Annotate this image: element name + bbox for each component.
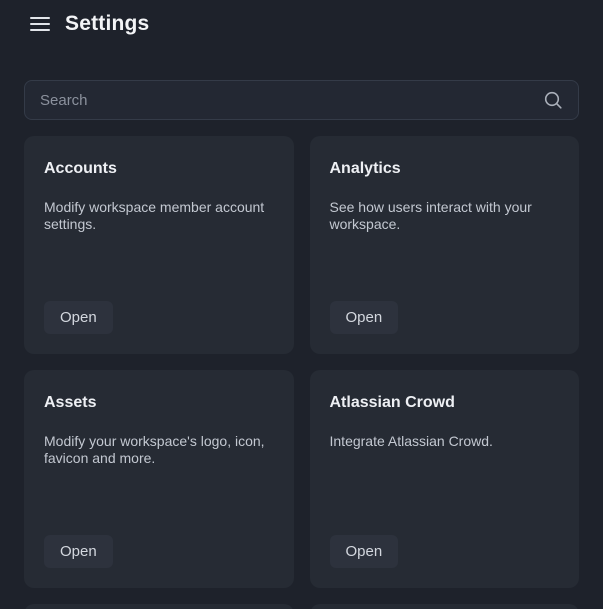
card-title: Atlassian Crowd <box>330 394 560 412</box>
settings-page: Settings Accounts Modify workspace membe… <box>0 0 603 609</box>
search-icon <box>543 90 563 110</box>
card-accounts: Accounts Modify workspace member account… <box>24 136 294 354</box>
open-button-analytics[interactable]: Open <box>330 301 399 334</box>
card-title: Analytics <box>330 160 560 178</box>
hamburger-menu-icon[interactable] <box>30 17 50 32</box>
card-title: Accounts <box>44 160 274 178</box>
card-assets: Assets Modify your workspace's logo, ico… <box>24 370 294 588</box>
card-title: Assets <box>44 394 274 412</box>
card-description: Modify your workspace's logo, icon, favi… <box>44 433 274 467</box>
page-title: Settings <box>65 12 149 36</box>
header: Settings <box>0 0 603 48</box>
card-atlassian-crowd: Atlassian Crowd Integrate Atlassian Crow… <box>310 370 580 588</box>
card-description: Integrate Atlassian Crowd. <box>330 433 560 450</box>
cards-grid: Accounts Modify workspace member account… <box>24 136 579 609</box>
open-button-assets[interactable]: Open <box>44 535 113 568</box>
open-button-accounts[interactable]: Open <box>44 301 113 334</box>
search-bar <box>24 80 579 120</box>
search-input[interactable] <box>40 92 543 109</box>
open-button-atlassian-crowd[interactable]: Open <box>330 535 399 568</box>
card-analytics: Analytics See how users interact with yo… <box>310 136 580 354</box>
card-description: See how users interact with your workspa… <box>330 199 560 233</box>
card-description: Modify workspace member account settings… <box>44 199 274 233</box>
card-partial <box>310 604 580 609</box>
card-partial <box>24 604 294 609</box>
